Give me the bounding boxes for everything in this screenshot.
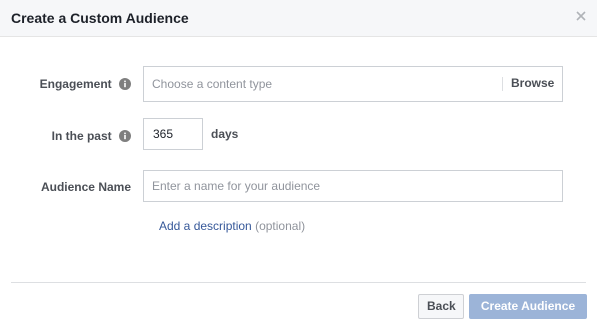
footer-divider [11,282,586,283]
close-icon[interactable] [574,9,588,23]
create-custom-audience-dialog: Create a Custom Audience Engagement Choo… [0,0,597,330]
audience-name-label: Audience Name [40,179,131,194]
engagement-placeholder: Choose a content type [152,77,273,91]
days-unit-label: days [211,127,239,141]
dialog-header: Create a Custom Audience [0,0,597,37]
create-audience-button[interactable]: Create Audience [469,294,587,319]
engagement-content-type-selector[interactable]: Choose a content type Browse [143,66,563,102]
add-description-link[interactable]: Add a description [159,219,252,233]
engagement-label: Engagement [39,76,112,91]
info-icon[interactable] [119,77,131,90]
dialog-title: Create a Custom Audience [11,10,189,26]
audience-name-input[interactable] [143,170,563,202]
description-optional-label: (optional) [255,219,306,233]
browse-divider [502,77,503,91]
retention-days-input[interactable] [143,118,203,150]
description-row: Add a description (optional) [159,219,305,233]
info-icon[interactable] [119,129,131,142]
browse-button[interactable]: Browse [511,76,554,90]
audience-name-label-group: Audience Name [41,179,131,194]
in-the-past-label: In the past [51,128,112,143]
in-the-past-label-group: In the past [52,128,131,143]
engagement-label-group: Engagement [40,76,131,91]
back-button[interactable]: Back [418,294,464,319]
